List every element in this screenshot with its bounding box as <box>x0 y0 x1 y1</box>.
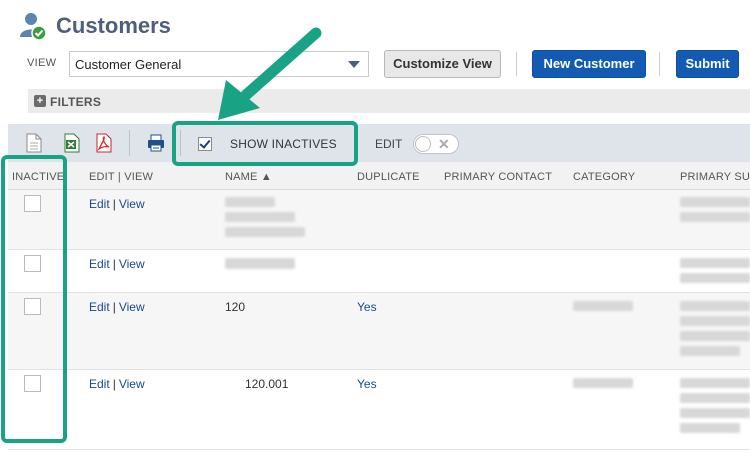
column-header-primary-contact[interactable]: PRIMARY CONTACT <box>444 171 552 183</box>
caret-down-icon <box>348 61 360 68</box>
edit-link[interactable]: Edit <box>89 300 110 314</box>
view-label: VIEW <box>27 57 57 69</box>
excel-export-icon[interactable] <box>64 133 80 153</box>
customer-icon <box>18 11 48 41</box>
redacted-subsidiary <box>680 346 740 356</box>
filters-label: FILTERS <box>50 95 102 109</box>
redacted-name <box>225 258 295 269</box>
submit-button[interactable]: Submit <box>676 50 739 78</box>
view-link[interactable]: View <box>119 377 145 391</box>
annotation-highlight-inactive-column <box>1 155 67 443</box>
duplicate-link[interactable]: Yes <box>357 300 377 314</box>
filters-bar[interactable]: + FILTERS <box>28 89 750 113</box>
divider <box>516 52 517 76</box>
edit-view-links: Edit | View <box>89 257 145 271</box>
redacted-subsidiary <box>680 197 750 207</box>
redacted-subsidiary <box>680 273 750 283</box>
name-cell: 120.001 <box>245 377 289 391</box>
redacted-subsidiary <box>680 212 750 222</box>
pdf-export-icon[interactable] <box>96 133 112 153</box>
new-customer-button[interactable]: New Customer <box>532 50 646 78</box>
redacted-subsidiary <box>680 301 750 311</box>
edit-link[interactable]: Edit <box>89 377 110 391</box>
list-toolbar: SHOW INACTIVES EDIT ✕ <box>8 124 750 162</box>
redacted-subsidiary <box>680 258 750 268</box>
expand-plus-icon[interactable]: + <box>34 95 46 107</box>
table-row: Edit | View <box>8 190 750 250</box>
page-header: Customers <box>18 8 171 44</box>
redacted-category <box>573 301 633 311</box>
edit-link[interactable]: Edit <box>89 197 110 211</box>
page-title: Customers <box>56 13 171 38</box>
edit-view-links: Edit | View <box>89 197 145 211</box>
column-header-duplicate[interactable]: DUPLICATE <box>357 171 420 183</box>
name-cell: 120 <box>225 300 246 314</box>
redacted-subsidiary <box>680 316 750 326</box>
toggle-knob <box>415 136 431 152</box>
table-row: Edit | View 120 Yes <box>8 293 750 370</box>
redacted-subsidiary <box>680 423 740 433</box>
redacted-subsidiary <box>680 393 750 403</box>
edit-view-links: Edit | View <box>89 377 145 391</box>
customize-view-button[interactable]: Customize View <box>384 50 501 78</box>
view-link[interactable]: View <box>119 197 145 211</box>
table-row: Edit | View <box>8 250 750 293</box>
view-link[interactable]: View <box>119 300 145 314</box>
redacted-name <box>225 197 275 207</box>
redacted-name <box>225 212 295 222</box>
document-icon[interactable] <box>26 133 42 153</box>
redacted-subsidiary <box>680 378 750 388</box>
column-header-name[interactable]: NAME ▲ <box>225 171 272 183</box>
edit-view-links: Edit | View <box>89 300 145 314</box>
column-header-primary-subsidiary[interactable]: PRIMARY SUB <box>680 171 750 183</box>
table-row: Edit | View 120.001 Yes <box>8 370 750 450</box>
view-link[interactable]: View <box>119 257 145 271</box>
column-header-edit-view: EDIT | VIEW <box>89 171 154 183</box>
redacted-subsidiary <box>680 331 750 341</box>
table-header: INACTIVE EDIT | VIEW NAME ▲ DUPLICATE PR… <box>8 162 750 190</box>
divider <box>659 52 660 76</box>
column-header-category[interactable]: CATEGORY <box>573 171 635 183</box>
annotation-highlight-show-inactives <box>172 121 358 166</box>
duplicate-link[interactable]: Yes <box>357 377 377 391</box>
view-select[interactable]: Customer General <box>69 51 369 77</box>
edit-mode-label: EDIT <box>375 137 403 151</box>
edit-mode-toggle[interactable]: ✕ <box>413 134 459 154</box>
view-select-value: Customer General <box>75 57 182 72</box>
close-icon: ✕ <box>438 136 450 152</box>
print-icon[interactable] <box>147 133 165 153</box>
redacted-category <box>573 378 633 388</box>
edit-link[interactable]: Edit <box>89 257 110 271</box>
customers-table: INACTIVE EDIT | VIEW NAME ▲ DUPLICATE PR… <box>8 162 750 450</box>
redacted-subsidiary <box>680 408 750 418</box>
redacted-name <box>225 227 305 237</box>
view-bar: VIEW Customer General Customize View New… <box>0 48 750 82</box>
toolbar-divider <box>129 130 130 156</box>
